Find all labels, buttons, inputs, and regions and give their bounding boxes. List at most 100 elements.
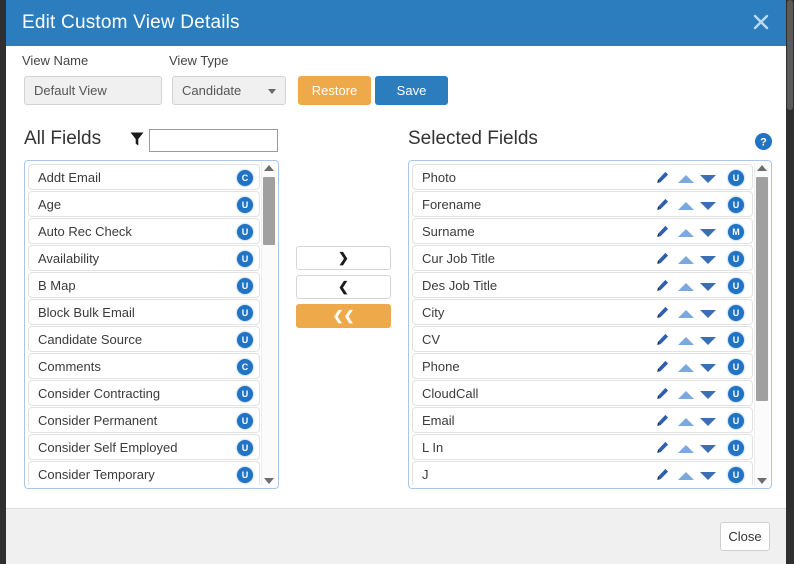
close-button[interactable]: Close [720,522,770,551]
pencil-icon[interactable] [656,225,669,238]
triangle-up-icon[interactable] [678,310,694,318]
selected-fields-scrollbar-thumb[interactable] [756,177,768,401]
list-item-label: Auto Rec Check [38,224,132,239]
all-fields-scrollbar[interactable] [261,163,276,486]
selected-fields-heading: Selected Fields [408,128,538,149]
list-item-label: Consider Self Employed [38,440,178,455]
list-item[interactable]: L In U [412,434,753,460]
pencil-icon[interactable] [656,441,669,454]
triangle-up-icon[interactable] [678,364,694,372]
triangle-down-icon[interactable] [700,445,716,453]
list-item[interactable]: CV U [412,326,753,352]
pencil-icon[interactable] [656,333,669,346]
pencil-icon[interactable] [656,279,669,292]
remove-field-button[interactable]: ❮ [296,275,391,299]
add-field-button[interactable]: ❯ [296,246,391,270]
list-item[interactable]: Block Bulk Email U [28,299,260,325]
remove-all-fields-button[interactable]: ❮❮ [296,304,391,328]
triangle-down-icon[interactable] [700,391,716,399]
scroll-down-arrow-icon[interactable] [757,478,767,484]
filter-funnel-icon[interactable] [130,131,144,147]
list-item[interactable]: Candidate Source U [28,326,260,352]
list-item[interactable]: City U [412,299,753,325]
list-item-label: Photo [422,170,456,185]
triangle-down-icon[interactable] [700,337,716,345]
pencil-icon[interactable] [656,360,669,373]
triangle-down-icon[interactable] [700,472,716,480]
triangle-down-icon[interactable] [700,283,716,291]
list-item[interactable]: CloudCall U [412,380,753,406]
view-name-input[interactable] [24,76,162,105]
list-item[interactable]: Consider Permanent U [28,407,260,433]
triangle-down-icon[interactable] [700,175,716,183]
field-type-badge: U [237,386,253,402]
triangle-up-icon[interactable] [678,283,694,291]
list-item[interactable]: Consider Self Employed U [28,434,260,460]
pencil-icon[interactable] [656,468,669,481]
save-button[interactable]: Save [375,76,448,105]
restore-button[interactable]: Restore [298,76,371,105]
list-item-label: City [422,305,445,320]
list-item[interactable]: JU [412,461,753,485]
list-item-label: Consider Permanent [38,413,158,428]
selected-fields-scrollbar[interactable] [754,163,769,486]
triangle-down-icon[interactable] [700,364,716,372]
triangle-down-icon[interactable] [700,229,716,237]
triangle-up-icon[interactable] [678,418,694,426]
page-scrollbar-thumb[interactable] [787,0,793,110]
dialog-titlebar: Edit Custom View Details [6,0,786,46]
triangle-up-icon[interactable] [678,445,694,453]
list-item[interactable]: Consider Contracting U [28,380,260,406]
list-item[interactable]: Phone U [412,353,753,379]
pencil-icon[interactable] [656,252,669,265]
list-item[interactable]: Auto Rec Check U [28,218,260,244]
list-item[interactable]: Addt Email C [28,164,260,190]
triangle-up-icon[interactable] [678,391,694,399]
triangle-up-icon[interactable] [678,472,694,480]
pencil-icon[interactable] [656,306,669,319]
close-x-icon[interactable] [748,9,774,35]
field-type-badge: U [728,332,744,348]
field-type-badge: U [728,467,744,483]
triangle-up-icon[interactable] [678,175,694,183]
triangle-up-icon[interactable] [678,229,694,237]
field-type-badge: U [728,170,744,186]
list-item[interactable]: Consider Temporary U [28,461,260,485]
list-item[interactable]: Photo U [412,164,753,190]
list-item[interactable]: Age U [28,191,260,217]
list-item[interactable]: Cur Job Title U [412,245,753,271]
list-item[interactable]: Surname M [412,218,753,244]
pencil-icon[interactable] [656,171,669,184]
list-item[interactable]: Des Job Title U [412,272,753,298]
pencil-icon[interactable] [656,414,669,427]
triangle-down-icon[interactable] [700,418,716,426]
pencil-icon[interactable] [656,387,669,400]
all-fields-filter-input[interactable] [149,129,278,152]
scroll-down-arrow-icon[interactable] [264,478,274,484]
page-scrollbar[interactable] [786,0,794,564]
field-type-badge: U [237,224,253,240]
field-type-badge: C [237,170,253,186]
triangle-down-icon[interactable] [700,310,716,318]
list-item[interactable]: B Map U [28,272,260,298]
triangle-up-icon[interactable] [678,202,694,210]
triangle-down-icon[interactable] [700,202,716,210]
list-item[interactable]: Email U [412,407,753,433]
field-type-badge: U [728,278,744,294]
list-item-label: Email [422,413,455,428]
scroll-up-arrow-icon[interactable] [264,165,274,171]
triangle-up-icon[interactable] [678,256,694,264]
triangle-up-icon[interactable] [678,337,694,345]
list-item[interactable]: Comments C [28,353,260,379]
view-type-select[interactable]: Candidate [172,76,286,105]
list-item[interactable]: Availability U [28,245,260,271]
triangle-down-icon[interactable] [700,256,716,264]
field-type-badge: U [237,251,253,267]
help-question-icon[interactable]: ? [755,133,772,150]
list-item[interactable]: Forename U [412,191,753,217]
scroll-up-arrow-icon[interactable] [757,165,767,171]
pencil-icon[interactable] [656,198,669,211]
field-type-badge: U [237,467,253,483]
selected-fields-list: Photo U Forename U Surname M Cur Job Title U Des… [412,164,753,485]
all-fields-scrollbar-thumb[interactable] [263,177,275,245]
